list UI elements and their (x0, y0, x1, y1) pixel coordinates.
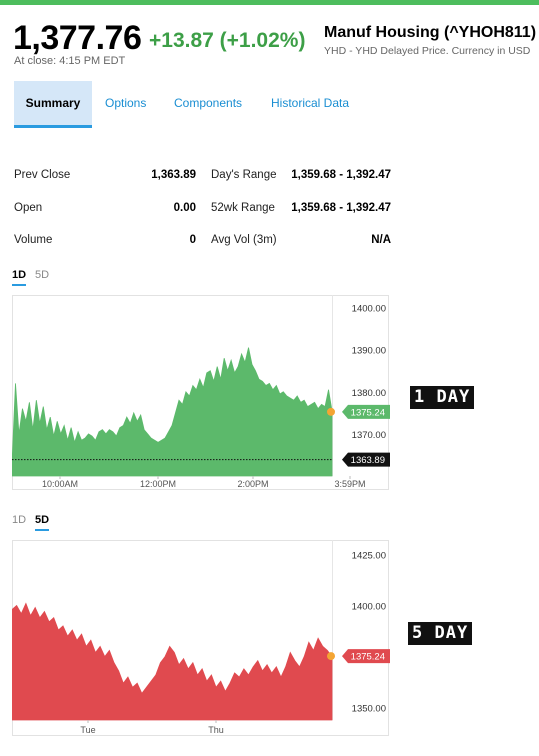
stat-label: Prev Close (14, 169, 71, 181)
y-tick-label: 1400.00 (352, 601, 386, 612)
price: 1,377.76 (13, 19, 142, 57)
quote-name: Manuf Housing (^YHOH811) (324, 24, 537, 41)
quote-subtitle: YHD - YHD Delayed Price. Currency in USD (324, 45, 531, 57)
stat-label: 52wk Range (211, 202, 275, 214)
price-area-series (12, 347, 333, 477)
last-price-label: 1375.24 (351, 407, 385, 418)
stat-row: Prev Close 1,363.89 Day's Range 1,359.68… (14, 169, 394, 187)
last-price-marker (327, 652, 335, 661)
x-tick-label: 3:59PM (334, 479, 365, 489)
one-day-badge: 1 DAY (410, 386, 475, 409)
last-price-marker (327, 407, 335, 416)
stat-value: 1,359.68 - 1,392.47 (291, 202, 391, 214)
tab-options[interactable]: Options (105, 81, 146, 128)
stat-value: 0 (189, 234, 196, 246)
x-tick-label: 2:00PM (237, 479, 268, 489)
stat-label: Day's Range (211, 169, 277, 181)
tab-summary[interactable]: Summary (14, 81, 92, 128)
chart-5d[interactable]: 1425.001400.001375.001350.00TueThu1375.2… (12, 540, 392, 736)
stat-label: Open (14, 202, 43, 214)
stat-label: Volume (14, 234, 53, 246)
x-tick-label: Thu (208, 725, 224, 735)
y-tick-label: 1400.00 (352, 304, 386, 315)
chart-1d[interactable]: 1400.00 1390.00 1380.00 1370.00 10:00AM 12:00… (12, 295, 392, 490)
stat-value: 1,363.89 (151, 169, 196, 181)
stat-row: Open 0.00 52wk Range 1,359.68 - 1,392.47 (14, 202, 394, 220)
x-tick-label: 10:00AM (42, 479, 78, 489)
y-tick-label: 1390.00 (352, 346, 386, 357)
tab-historical-data[interactable]: Historical Data (271, 81, 349, 128)
y-tick-label: 1370.00 (352, 430, 386, 441)
x-tick-label: 12:00PM (140, 479, 176, 489)
y-tick-label: 1350.00 (352, 704, 386, 715)
price-change: +13.87 (+1.02%) (149, 29, 306, 52)
y-tick-label: 1380.00 (352, 388, 386, 399)
stat-label: Avg Vol (3m) (211, 234, 277, 246)
stat-value: N/A (371, 234, 391, 246)
chart-svg: 1425.001400.001375.001350.00TueThu1375.2… (12, 540, 390, 736)
y-tick-label: 1425.00 (352, 550, 386, 561)
prev-close-label: 1363.89 (351, 455, 385, 466)
stat-value: 0.00 (173, 202, 196, 214)
stat-row: Volume 0 Avg Vol (3m) N/A (14, 234, 394, 252)
stat-value: 1,359.68 - 1,392.47 (291, 169, 391, 181)
close-time: At close: 4:15 PM EDT (14, 55, 126, 67)
range-tab-1d[interactable]: 1D (12, 269, 27, 286)
chart-svg: 1400.00 1390.00 1380.00 1370.00 10:00AM 12:00… (12, 295, 390, 490)
range-tab-1d[interactable]: 1D (12, 514, 26, 526)
range-tab-5d[interactable]: 5D (35, 514, 50, 531)
x-tick-label: Tue (80, 725, 95, 735)
tab-components[interactable]: Components (174, 81, 242, 128)
top-accent-bar (0, 0, 539, 5)
last-price-label: 1375.24 (351, 652, 385, 663)
range-tab-5d[interactable]: 5D (35, 269, 49, 281)
price-area-series (12, 602, 333, 721)
five-day-badge: 5 DAY (408, 622, 473, 645)
